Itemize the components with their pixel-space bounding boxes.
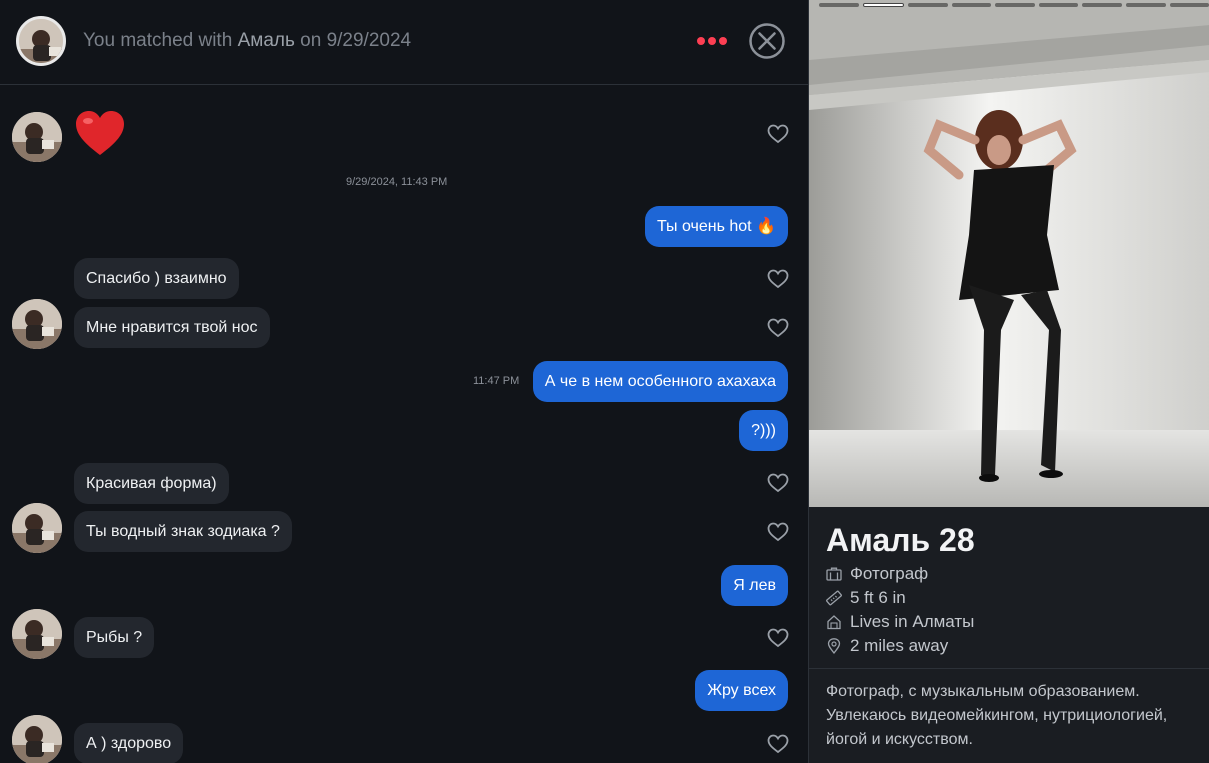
more-options-button[interactable] — [694, 27, 730, 55]
avatar-image — [12, 609, 62, 659]
job-text: Фотограф — [850, 564, 929, 583]
avatar-image — [12, 715, 62, 763]
heart-outline-icon[interactable] — [767, 124, 789, 144]
profile-photo[interactable] — [809, 0, 1209, 507]
height-text: 5 ft 6 in — [850, 588, 906, 607]
chat-header: You matched with Амаль on 9/29/2024 — [0, 0, 808, 85]
home-icon — [827, 615, 841, 630]
photo-indicator[interactable] — [1038, 3, 1079, 7]
match-avatar-small[interactable] — [12, 112, 62, 162]
outgoing-message[interactable]: Ты очень hot 🔥 — [644, 206, 788, 247]
avatar-image — [19, 19, 63, 63]
heart-outline-icon[interactable] — [767, 522, 789, 542]
outgoing-message[interactable]: ?))) — [739, 410, 788, 451]
photo-progress — [819, 3, 1209, 9]
match-prefix: You matched with — [83, 30, 233, 51]
match-avatar-small[interactable] — [12, 503, 62, 553]
avatar-image — [12, 299, 62, 349]
profile-panel: Амаль 28 Фотограф 5 ft 6 in Lives in Алм… — [808, 0, 1209, 763]
more-icon — [697, 37, 705, 45]
match-name: Амаль — [237, 30, 295, 51]
match-date: 9/29/2024 — [326, 30, 412, 51]
photo-image — [809, 0, 1209, 507]
lives-text: Lives in Алматы — [850, 612, 975, 631]
divider — [809, 668, 1209, 669]
outgoing-message[interactable]: Жру всех — [695, 670, 788, 711]
photo-indicator[interactable] — [908, 3, 948, 7]
heart-outline-icon[interactable] — [767, 628, 789, 648]
heart-outline-icon[interactable] — [767, 318, 789, 338]
heart-emoji — [76, 111, 124, 155]
profile-job: Фотограф — [826, 563, 928, 585]
date-separator: 9/29/2024, 11:43 PM — [346, 176, 448, 188]
incoming-message[interactable]: Ты водный знак зодиака ? — [74, 511, 292, 552]
photo-indicator[interactable] — [819, 3, 859, 7]
incoming-message[interactable]: Спасибо ) взаимно — [74, 258, 239, 299]
message-time: 11:47 PM — [473, 375, 520, 387]
outgoing-message[interactable]: А че в нем особенного ахахаха — [532, 361, 788, 402]
distance-text: 2 miles away — [850, 636, 949, 655]
profile-bio: Фотограф, с музыкальным образованием. Ув… — [826, 683, 1168, 748]
photo-indicator[interactable] — [951, 3, 992, 7]
photo-indicator-active[interactable] — [862, 3, 905, 7]
avatar-image — [12, 112, 62, 162]
match-avatar[interactable] — [16, 16, 66, 66]
heart-outline-icon[interactable] — [767, 734, 789, 754]
match-avatar-small[interactable] — [12, 715, 62, 763]
incoming-message[interactable]: Мне нравится твой нос — [74, 307, 270, 348]
close-icon[interactable] — [748, 22, 786, 60]
photo-indicator[interactable] — [1082, 3, 1122, 7]
briefcase-icon — [826, 567, 842, 581]
match-avatar-small[interactable] — [12, 609, 62, 659]
photo-indicator[interactable] — [1125, 3, 1166, 7]
match-info: You matched with Амаль on 9/29/2024 — [83, 30, 411, 52]
outgoing-message[interactable]: Я лев — [721, 565, 788, 606]
heart-outline-icon[interactable] — [767, 269, 789, 289]
profile-distance: 2 miles away — [826, 635, 948, 657]
match-date-prefix: on — [300, 30, 322, 51]
heart-outline-icon[interactable] — [767, 473, 789, 493]
profile-location: Lives in Алматы — [826, 611, 974, 633]
profile-name-age: Амаль 28 — [826, 522, 975, 558]
ruler-icon — [826, 590, 842, 606]
incoming-message[interactable]: А ) здорово — [74, 723, 184, 763]
incoming-message[interactable]: Красивая форма) — [74, 463, 229, 504]
profile-height: 5 ft 6 in — [826, 587, 906, 609]
incoming-message[interactable]: Рыбы ? — [74, 617, 155, 658]
match-avatar-small[interactable] — [12, 299, 62, 349]
chat-pane: You matched with Амаль on 9/29/2024 9/29… — [0, 0, 808, 763]
avatar-image — [12, 503, 62, 553]
photo-indicator[interactable] — [1169, 3, 1209, 7]
location-pin-icon — [827, 638, 841, 654]
photo-indicator[interactable] — [995, 3, 1035, 7]
